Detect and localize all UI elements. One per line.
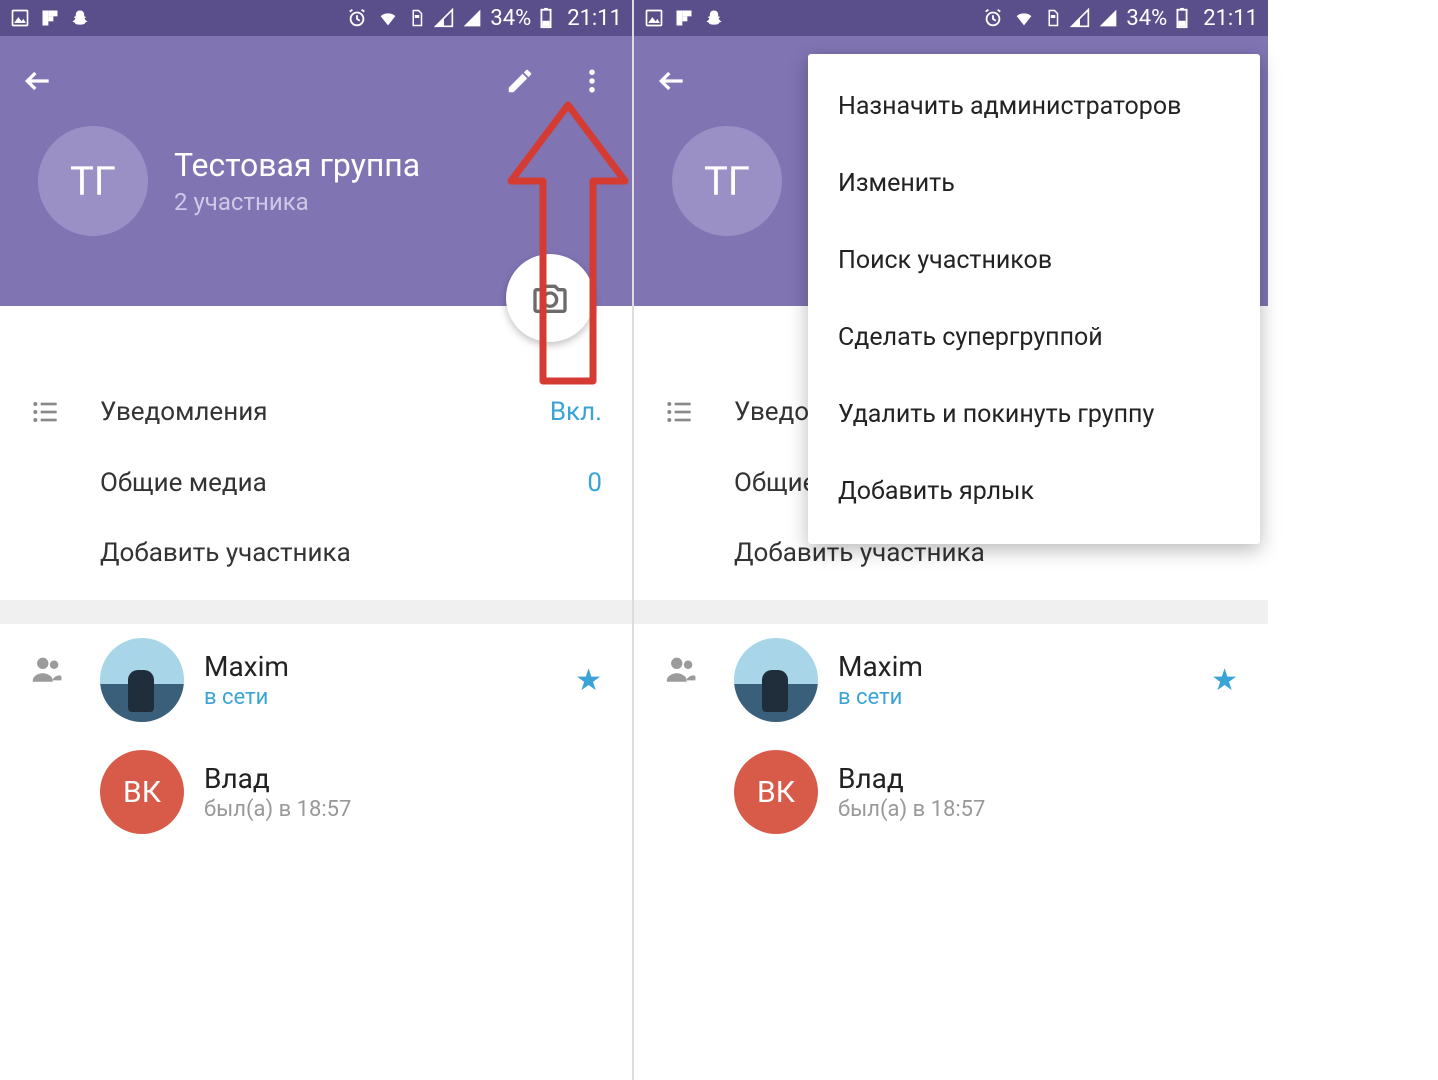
sim-icon [1044, 7, 1062, 29]
signal1-icon [434, 8, 454, 28]
back-button[interactable] [18, 61, 58, 101]
people-icon [664, 652, 698, 686]
add-member-row[interactable]: Добавить участника [0, 518, 632, 588]
flipboard-icon [674, 8, 694, 28]
battery-icon [1175, 7, 1189, 29]
shared-media-label: Общие медиа [100, 468, 587, 498]
member-avatar-1[interactable]: ВК [734, 750, 818, 834]
member-avatar-text-1: ВК [757, 775, 795, 810]
camera-fab[interactable] [506, 254, 594, 342]
member-avatar-0[interactable] [734, 638, 818, 722]
menu-item-add-shortcut[interactable]: Добавить ярлык [808, 453, 1260, 530]
member-status-0: в сети [204, 685, 575, 710]
wifi-icon [1012, 7, 1036, 29]
more-button[interactable] [570, 59, 614, 103]
signal1-icon [1070, 8, 1090, 28]
member-name-1: Влад [204, 762, 602, 795]
battery-text: 34% [490, 6, 531, 31]
status-bar: 34% 21:11 [0, 0, 632, 36]
shared-media-row[interactable]: Общие медиа 0 [0, 448, 632, 518]
member-row-1[interactable]: ВК Влад был(а) в 18:57 [0, 736, 632, 848]
sim-icon [408, 7, 426, 29]
member-row-0[interactable]: Maxim в сети ★ [0, 624, 632, 736]
member-avatar-text-1: ВК [123, 775, 161, 810]
section-divider [0, 600, 632, 624]
group-avatar[interactable]: ТГ [38, 126, 148, 236]
battery-text: 34% [1126, 6, 1167, 31]
member-avatar-0[interactable] [100, 638, 184, 722]
screen-right: 34% 21:11 ТГ Тестовая группа 2 участника [634, 0, 1268, 1080]
menu-item-edit[interactable]: Изменить [808, 145, 1260, 222]
shared-media-value: 0 [587, 468, 602, 498]
member-name-1: Влад [838, 762, 1238, 795]
notifications-row[interactable]: Уведомления Вкл. [0, 376, 632, 448]
menu-item-assign-admins[interactable]: Назначить администраторов [808, 68, 1260, 145]
alarm-icon [346, 7, 368, 29]
menu-item-make-supergroup[interactable]: Сделать супергруппой [808, 299, 1260, 376]
member-name-0: Maxim [204, 650, 575, 683]
blank-area [1268, 0, 1438, 1080]
list-icon [664, 396, 696, 428]
battery-icon [539, 7, 553, 29]
signal2-icon [462, 8, 482, 28]
star-icon: ★ [575, 663, 602, 698]
screen-left: 34% 21:11 [0, 0, 634, 1080]
member-status-0: в сети [838, 685, 1211, 710]
picture-icon [10, 8, 30, 28]
picture-icon [644, 8, 664, 28]
snapchat-icon [70, 8, 90, 28]
wifi-icon [376, 7, 400, 29]
group-title: Тестовая группа [174, 146, 420, 184]
notifications-label: Уведомления [100, 397, 550, 427]
menu-item-search-members[interactable]: Поиск участников [808, 222, 1260, 299]
star-icon: ★ [1211, 663, 1238, 698]
add-member-label: Добавить участника [100, 538, 602, 568]
status-time: 21:11 [1203, 6, 1258, 31]
group-subtitle: 2 участника [174, 188, 420, 216]
group-header: ТГ Тестовая группа 2 участника [0, 36, 632, 306]
notifications-value: Вкл. [550, 397, 602, 427]
member-avatar-1[interactable]: ВК [100, 750, 184, 834]
people-icon [30, 652, 64, 686]
options-menu: Назначить администраторов Изменить Поиск… [808, 54, 1260, 544]
status-time: 21:11 [567, 6, 622, 31]
group-avatar-initials: ТГ [704, 158, 750, 205]
snapchat-icon [704, 8, 724, 28]
section-divider [634, 600, 1268, 624]
signal2-icon [1098, 8, 1118, 28]
flipboard-icon [40, 8, 60, 28]
edit-button[interactable] [498, 59, 542, 103]
back-button[interactable] [652, 61, 692, 101]
member-status-1: был(а) в 18:57 [838, 797, 1238, 822]
member-name-0: Maxim [838, 650, 1211, 683]
group-avatar-initials: ТГ [70, 158, 116, 205]
menu-item-delete-leave[interactable]: Удалить и покинуть группу [808, 376, 1260, 453]
group-avatar[interactable]: ТГ [672, 126, 782, 236]
member-status-1: был(а) в 18:57 [204, 797, 602, 822]
member-row-0[interactable]: Maxim в сети ★ [634, 624, 1268, 736]
list-icon [30, 396, 62, 428]
member-row-1[interactable]: ВК Влад был(а) в 18:57 [634, 736, 1268, 848]
alarm-icon [982, 7, 1004, 29]
status-bar: 34% 21:11 [634, 0, 1268, 36]
